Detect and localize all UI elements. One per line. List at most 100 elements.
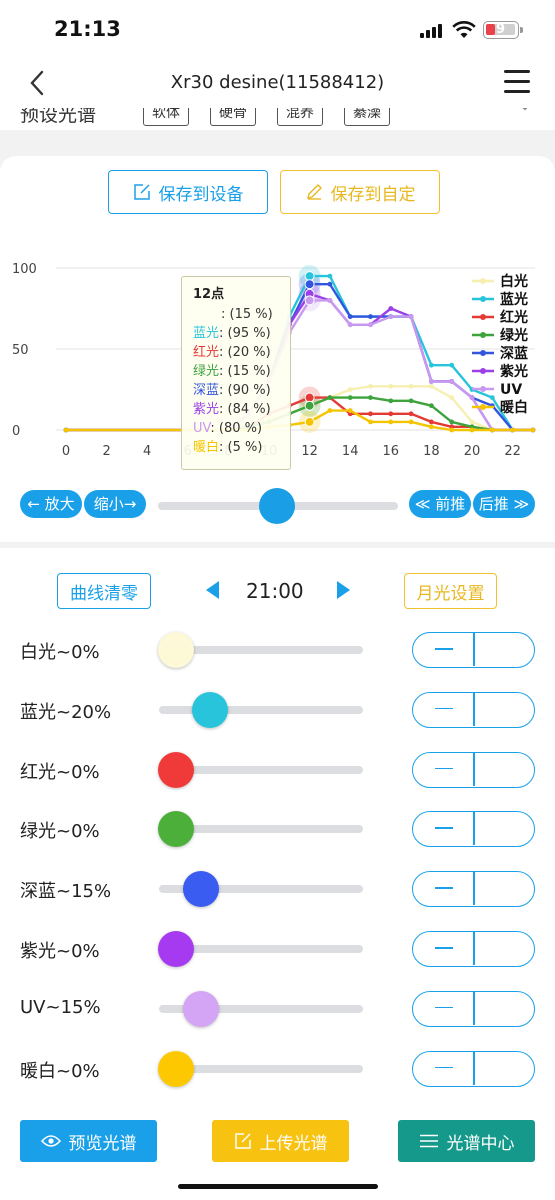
tooltip-value: : (15 %): [221, 307, 273, 322]
preset-chip-hard[interactable]: 硬骨: [210, 108, 256, 126]
channel-stepper: [412, 990, 535, 1027]
increase-button[interactable]: [474, 753, 535, 786]
data-point: [388, 314, 394, 319]
nav-bar: Xr30 desine(11588412): [0, 62, 555, 108]
tooltip-row: 深蓝: (90 %): [193, 381, 290, 400]
tooltip-value: : (5 %): [219, 440, 263, 455]
x-tick-label: 0: [62, 444, 70, 459]
data-point: [388, 419, 394, 425]
zoom-out-button[interactable]: 缩小→: [84, 490, 146, 518]
decrease-button[interactable]: [413, 812, 474, 845]
decrease-button[interactable]: [413, 992, 474, 1025]
data-point: [347, 395, 353, 400]
increase-button[interactable]: [474, 1052, 535, 1085]
edit-icon: [234, 1133, 251, 1149]
next-time-icon[interactable]: [333, 580, 353, 600]
decrease-button[interactable]: [413, 1052, 474, 1085]
data-point: [388, 383, 394, 389]
increase-button[interactable]: [474, 932, 535, 965]
preset-chip-algae[interactable]: 綦澡: [344, 108, 390, 126]
channel-slider-track[interactable]: [159, 705, 363, 714]
channel-slider-thumb[interactable]: [191, 691, 228, 728]
minus-icon: [435, 1006, 453, 1009]
upload-spectrum-button[interactable]: 上传光谱: [212, 1120, 349, 1162]
tooltip-series-name: 暖白: [193, 440, 220, 455]
decrease-button[interactable]: [413, 693, 474, 726]
legend-marker: [480, 296, 486, 302]
channel-slider-thumb[interactable]: [158, 632, 194, 668]
data-point: [429, 362, 434, 368]
tooltip-row: 红光: (20 %): [193, 343, 290, 362]
data-point: [429, 403, 434, 409]
x-tick-label: 4: [143, 444, 151, 459]
data-point: [368, 419, 373, 425]
channel-slider-thumb[interactable]: [158, 751, 194, 788]
battery-icon: 9: [483, 21, 523, 39]
increase-button[interactable]: [474, 992, 535, 1025]
backward-button[interactable]: 后推 ≫: [473, 490, 535, 518]
legend-label: 红光: [500, 309, 528, 326]
channel-slider-thumb[interactable]: [158, 1050, 194, 1087]
chart-scroll-thumb[interactable]: [259, 488, 295, 524]
moonlight-settings-button[interactable]: 月光设置: [404, 573, 497, 609]
data-point: [489, 427, 495, 433]
chevron-down-icon[interactable]: [516, 108, 534, 118]
data-point: [408, 419, 414, 425]
tooltip-value: : (90 %): [219, 383, 271, 398]
legend-label: 暖白: [500, 399, 528, 416]
channel-label: UV~15%: [20, 996, 101, 1018]
channel-label: 蓝光~20%: [20, 701, 112, 723]
minus-icon: [435, 707, 453, 710]
x-tick-label: 14: [342, 444, 359, 459]
data-point: [388, 411, 394, 417]
preset-chip-soft[interactable]: 软体: [143, 108, 189, 126]
decrease-button[interactable]: [413, 633, 474, 666]
legend-label: 绿光: [500, 327, 528, 344]
data-point: [429, 424, 434, 430]
decrease-button[interactable]: [413, 932, 474, 965]
menu-icon[interactable]: [504, 70, 532, 94]
current-time: 21:00: [246, 579, 304, 603]
increase-button[interactable]: [474, 872, 535, 905]
data-point: [408, 398, 414, 404]
zoom-in-button[interactable]: ← 放大: [20, 490, 82, 518]
cellular-signal-icon: [420, 22, 444, 38]
preview-spectrum-button[interactable]: 预览光谱: [20, 1120, 157, 1162]
decrease-button[interactable]: [413, 753, 474, 786]
data-point: [449, 427, 455, 433]
x-tick-label: 2: [102, 444, 110, 459]
save-to-device-button[interactable]: 保存到设备: [108, 170, 268, 214]
channel-label: 暖白~0%: [20, 1060, 100, 1082]
channel-stepper: [412, 751, 535, 788]
tooltip-row: UV: (80 %): [193, 419, 290, 438]
data-point: [368, 322, 373, 328]
save-custom-button[interactable]: 保存到自定: [280, 170, 440, 214]
increase-button[interactable]: [474, 693, 535, 726]
data-point: [469, 395, 475, 400]
y-tick-label: 50: [12, 343, 29, 358]
channel-label: 绿光~0%: [20, 821, 100, 843]
save-to-device-label: 保存到设备: [158, 184, 244, 205]
forward-button[interactable]: ≪ 前推: [409, 490, 471, 518]
data-point: [530, 427, 536, 433]
spectrum-center-button[interactable]: 光谱中心: [398, 1120, 535, 1162]
channel-slider-thumb[interactable]: [158, 931, 194, 967]
data-point: [408, 411, 414, 417]
decrease-button[interactable]: [413, 872, 474, 905]
minus-icon: [435, 767, 453, 770]
data-point: [368, 314, 373, 319]
prev-time-icon[interactable]: [203, 580, 223, 600]
clear-curve-button[interactable]: 曲线清零: [57, 573, 151, 609]
pencil-icon: [306, 184, 322, 200]
minus-icon: [435, 827, 453, 829]
data-point: [489, 395, 495, 400]
legend-marker: [480, 404, 486, 410]
data-point: [449, 362, 455, 368]
increase-button[interactable]: [474, 633, 535, 666]
channel-slider-thumb[interactable]: [183, 990, 220, 1027]
data-point: [388, 306, 394, 311]
preset-spectrum-row: 预设光谱 软体 硬骨 混养 綦澡: [0, 108, 555, 130]
increase-button[interactable]: [474, 812, 535, 845]
preset-chip-mixed[interactable]: 混养: [277, 108, 323, 126]
legend-label: 蓝光: [500, 291, 528, 308]
